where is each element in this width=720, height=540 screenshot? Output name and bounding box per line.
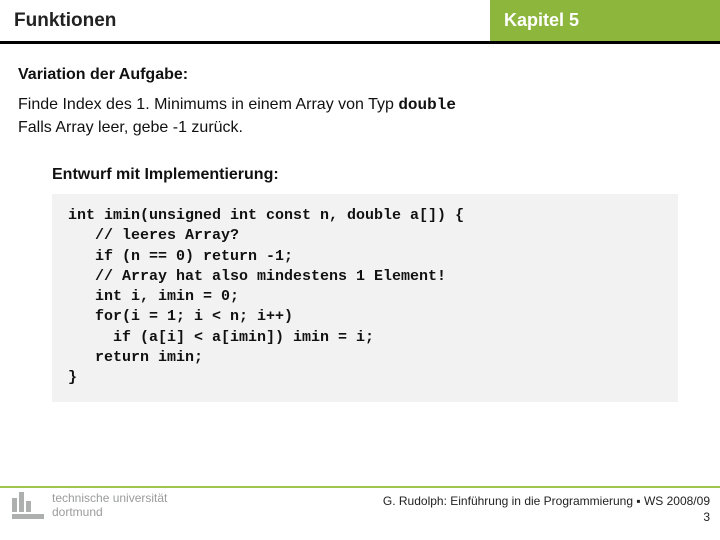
implementation-heading: Entwurf mit Implementierung: [52,166,678,184]
uni-line2: dortmund [52,505,103,519]
slide-header: Funktionen Kapitel 5 [0,0,720,44]
header-chapter: Kapitel 5 [490,0,720,41]
task-line1-pre: Finde Index des 1. Minimums in einem Arr… [18,96,398,113]
section-subheading: Variation der Aufgabe: [18,66,702,84]
university-logo: technische universität dortmund [12,492,167,520]
task-description: Finde Index des 1. Minimums in einem Arr… [18,94,702,138]
credit-text: G. Rudolph: Einführung in die Programmie… [383,494,710,508]
university-name: technische universität dortmund [52,492,167,520]
header-title: Funktionen [0,0,490,41]
task-line2: Falls Array leer, gebe -1 zurück. [18,119,243,136]
code-listing: int imin(unsigned int const n, double a[… [52,194,678,402]
slide-footer: technische universität dortmund G. Rudol… [0,486,720,540]
implementation-block: Entwurf mit Implementierung: int imin(un… [52,166,678,402]
task-line1-type: double [398,96,456,114]
page-number: 3 [383,510,710,526]
tu-logo-icon [12,492,44,519]
uni-line1: technische universität [52,491,167,505]
slide-content: Variation der Aufgabe: Finde Index des 1… [0,44,720,402]
footer-credit: G. Rudolph: Einführung in die Programmie… [383,492,710,525]
